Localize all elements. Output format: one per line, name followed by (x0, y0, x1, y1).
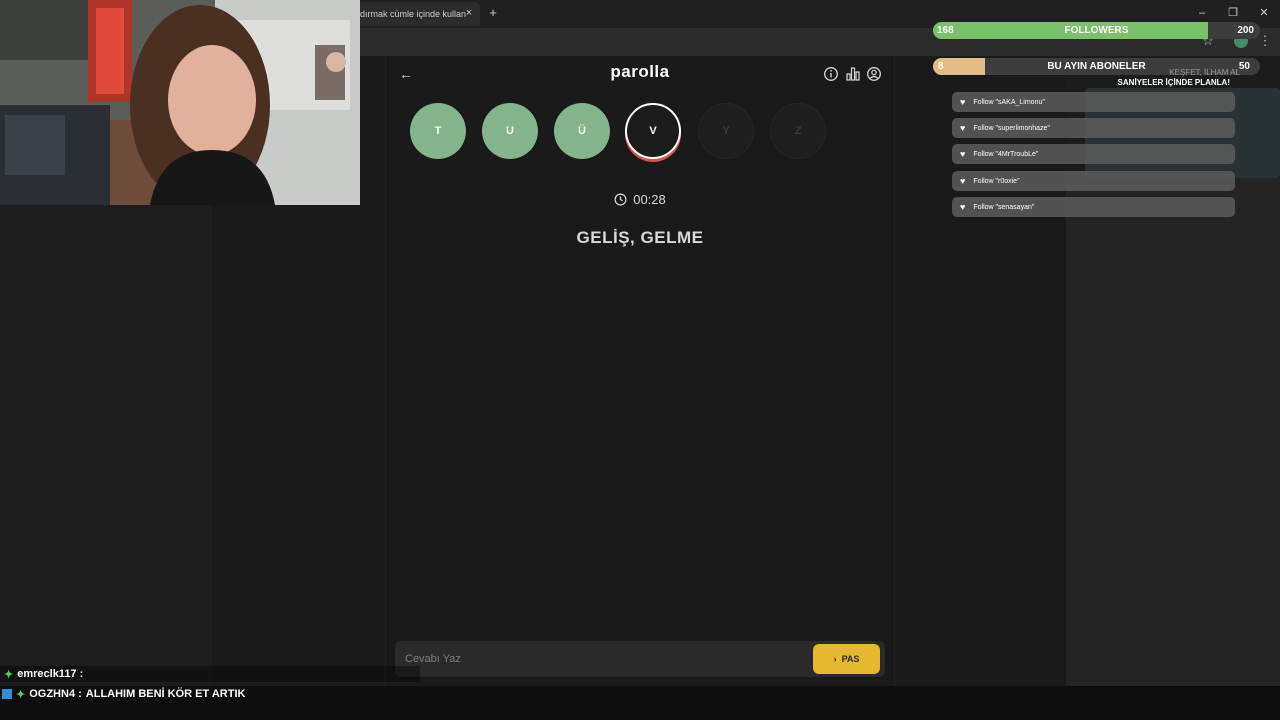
letter-circle-t: T (410, 103, 466, 159)
restore-icon[interactable]: ❐ (1221, 5, 1245, 21)
letter-circle-y: Y (698, 103, 754, 159)
right-margin (1066, 178, 1280, 688)
webcam-feed (0, 0, 360, 205)
follow-text: Follow "r0oxie" (973, 177, 1020, 185)
tab-title: dırmak cümle içinde kullan (360, 9, 467, 19)
ad-text-2: SANİYELER İÇİNDE PLANLA! (1117, 78, 1230, 87)
follow-alert: ♥ Follow "superlimonhaze" (952, 118, 1235, 138)
heart-icon: ♥ (960, 123, 966, 133)
tab-close-icon[interactable]: × (462, 6, 476, 20)
chat-message: ✦ OGZHN4 : ALLAHIM BENİ KÖR ET ARTIK (0, 686, 420, 702)
chevron-right-icon: › (833, 654, 837, 664)
heart-icon: ♥ (960, 149, 966, 159)
followers-title: FOLLOWERS (1064, 25, 1129, 36)
letter-circle-uu: Ü (554, 103, 610, 159)
follow-text: Follow "superlimonhaze" (973, 124, 1050, 132)
chat-username: OGZHN4 : (29, 688, 82, 700)
kebab-menu-icon[interactable]: ⋮ (1258, 33, 1272, 49)
follow-alert: ♥ Follow "senasayan" (952, 197, 1235, 217)
heart-icon: ♥ (960, 97, 966, 107)
followers-goal: 200 (1237, 25, 1254, 36)
follow-alert: ♥ Follow "r0oxie" (952, 171, 1235, 191)
browser-tab[interactable]: dırmak cümle içinde kullan (352, 2, 480, 26)
followers-goal-bar: 168 FOLLOWERS 200 (933, 22, 1260, 39)
badge-icon (2, 689, 12, 699)
follow-text: Follow "senasayan" (973, 203, 1035, 211)
minimize-icon[interactable]: – (1190, 5, 1214, 21)
sparkle-badge-icon: ✦ (16, 688, 26, 701)
pass-label: PAS (841, 654, 860, 664)
ad-text-1: KEŞFET, İLHAM AL (1169, 68, 1240, 77)
heart-icon: ♥ (960, 176, 966, 186)
sparkle-badge-icon: ✦ (4, 668, 14, 681)
follow-alert: ♥ Follow "sAKA_Limonu" (952, 92, 1235, 112)
stats-icon[interactable] (845, 66, 861, 82)
user-icon[interactable] (866, 66, 882, 82)
pass-button[interactable]: › PAS (813, 644, 880, 674)
back-arrow-icon[interactable]: ← (396, 64, 416, 84)
letter-circle-z: Z (770, 103, 826, 159)
new-tab-icon[interactable]: + (486, 6, 500, 20)
chat-text: ALLAHIM BENİ KÖR ET ARTIK (85, 688, 246, 700)
left-margin (0, 205, 212, 665)
close-window-icon[interactable]: ✕ (1252, 5, 1276, 21)
follow-alert: ♥ Follow "4MrTroubLe" (952, 144, 1235, 164)
chat-username: emreclk117 : (17, 668, 84, 680)
chat-message: ✦ emreclk117 : (0, 666, 420, 682)
clue-text: GELİŞ, GELME (576, 228, 704, 247)
timer-value: 00:28 (633, 191, 666, 207)
answer-input[interactable] (405, 650, 805, 668)
info-icon[interactable] (823, 66, 839, 82)
app-title: parolla (610, 62, 670, 81)
clock-icon (614, 193, 627, 206)
letter-circle-u: U (482, 103, 538, 159)
timer: 00:28 (600, 190, 680, 208)
follow-text: Follow "sAKA_Limonu" (973, 98, 1045, 106)
follow-text: Follow "4MrTroubLe" (973, 150, 1039, 158)
letter-circle-v-current: V (625, 103, 681, 159)
subs-goal: 50 (1238, 61, 1250, 72)
heart-icon: ♥ (960, 202, 966, 212)
